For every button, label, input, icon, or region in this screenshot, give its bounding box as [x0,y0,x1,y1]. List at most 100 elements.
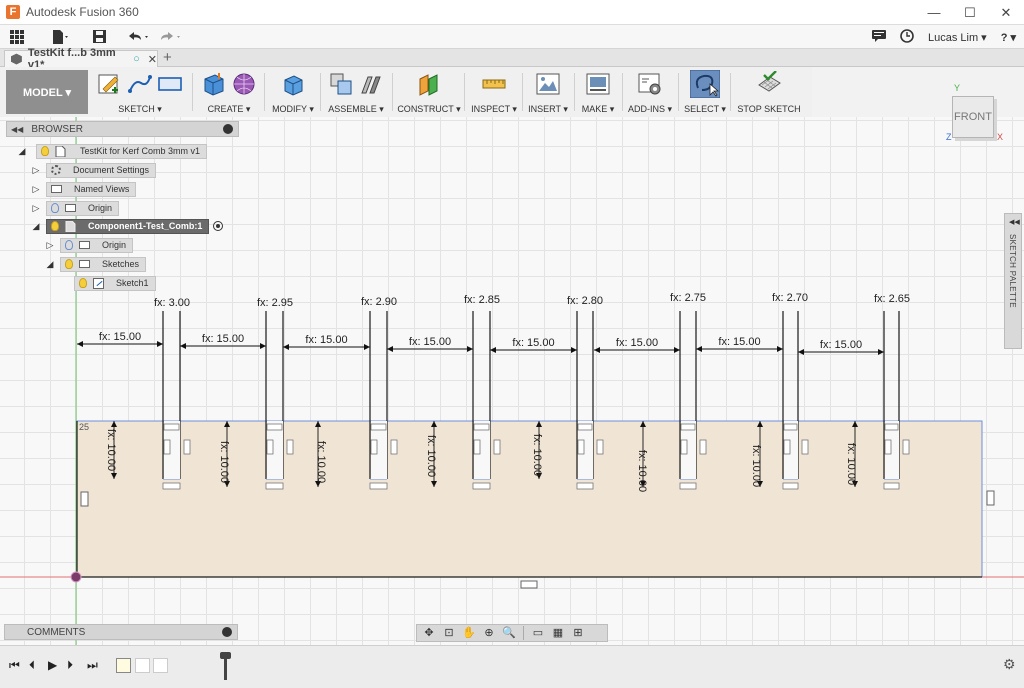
step-back-icon[interactable]: ⏴ [29,658,35,673]
play-icon[interactable]: ▶ [48,658,57,672]
maximize-button[interactable]: ☐ [952,0,988,25]
comments-panel-header[interactable]: COMMENTS [4,624,238,640]
spacing-dimension[interactable]: fx: 15.00 [820,339,862,351]
save-icon[interactable] [86,26,112,48]
collapse-triangle-icon[interactable]: ◢ [44,259,56,270]
spacing-dimension[interactable]: fx: 15.00 [99,331,141,343]
depth-dimension[interactable]: fx: 10.00 [425,435,437,477]
insert-image-icon[interactable] [535,71,561,97]
vertical-constraint-icon[interactable] [596,439,604,455]
depth-dimension[interactable]: fx: 10.00 [845,443,857,485]
slot-width-dimension[interactable]: fx: 2.85 [464,294,500,306]
spacing-dimension[interactable]: fx: 15.00 [202,333,244,345]
expand-triangle-icon[interactable]: ▷ [44,240,56,251]
horizontal-constraint-icon[interactable] [473,423,490,431]
file-menu-icon[interactable] [48,26,74,48]
horizontal-constraint-icon[interactable] [577,423,593,431]
vertical-constraint-icon[interactable] [986,490,995,506]
depth-dimension[interactable]: fx: 10.00 [315,441,327,483]
horizontal-constraint-icon[interactable] [163,423,180,431]
go-to-start-icon[interactable]: ⏮ [9,658,20,673]
expand-palette-icon[interactable]: ◀◀ [1009,218,1020,226]
sphere-mesh-icon[interactable] [231,71,257,97]
activate-component-radio-icon[interactable] [213,221,224,231]
look-at-icon[interactable]: ⊡ [441,627,457,639]
browser-pin-icon[interactable] [223,124,233,134]
job-status-clock-icon[interactable] [900,28,914,46]
offset-plane-icon[interactable] [416,71,442,97]
horizontal-constraint-icon[interactable] [265,482,284,490]
line-tool-icon[interactable] [127,71,153,97]
3d-print-icon[interactable] [585,71,611,97]
slot-width-dimension[interactable]: fx: 2.65 [874,293,910,305]
measure-icon[interactable] [481,71,507,97]
slot-width-dimension[interactable]: fx: 3.00 [154,297,190,309]
step-forward-icon[interactable]: ⏵ [67,658,73,673]
press-pull-icon[interactable] [280,71,306,97]
redo-icon[interactable] [158,26,184,48]
ribbon-group-make[interactable]: MAKE ▾ [578,69,618,115]
vertical-constraint-icon[interactable] [699,439,707,455]
corner-dimension[interactable]: 25 [79,422,89,432]
user-account-menu[interactable]: Lucas Lim ▾ [928,31,987,44]
tree-item-root[interactable]: ◢ TestKit for Kerf Comb 3mm v1 [16,143,208,159]
horizontal-constraint-icon[interactable] [370,423,387,431]
joint-icon[interactable] [358,71,384,97]
ribbon-group-assemble[interactable]: ASSEMBLE ▾ [324,69,388,115]
display-settings-icon[interactable]: ▭ [530,627,546,639]
close-button[interactable]: ✕ [988,0,1024,25]
sketch-palette-tab[interactable]: ◀◀ SKETCH PALETTE [1004,213,1022,349]
tree-item-origin[interactable]: ▷ Origin [30,200,120,216]
new-tab-button[interactable]: + [163,49,172,66]
stop-sketch-icon[interactable] [756,71,782,97]
tree-item-component-origin[interactable]: ▷ Origin [44,237,134,253]
horizontal-constraint-icon[interactable] [782,482,799,490]
notifications-icon[interactable] [871,29,886,45]
horizontal-constraint-icon[interactable] [576,482,594,490]
sketch-geometry[interactable]: fx: 3.00 fx: 2.95 fx: 2.90 fx: 2.85 fx: 2.80… [0,117,1024,645]
ribbon-group-sketch[interactable]: SKETCH ▾ [92,69,188,115]
ribbon-group-modify[interactable]: MODIFY ▾ [268,69,318,115]
sketch-origin-point[interactable] [70,571,82,583]
vertical-constraint-icon[interactable] [183,439,191,455]
spacing-dimension[interactable]: fx: 15.00 [718,336,760,348]
depth-dimension[interactable]: fx: 10.00 [531,434,543,476]
tree-item-named-views[interactable]: ▷ Named Views [30,181,137,197]
visibility-bulb-off-icon[interactable] [65,240,73,250]
ribbon-group-stop-sketch[interactable]: STOP SKETCH [734,69,804,115]
vertical-constraint-icon[interactable] [163,439,171,455]
close-tab-icon[interactable]: ✕ [148,53,157,66]
depth-dimension[interactable]: fx: 10.00 [636,450,648,492]
slot-width-dimension[interactable]: fx: 2.75 [670,292,706,304]
vertical-constraint-icon[interactable] [390,439,398,455]
visibility-bulb-icon[interactable] [79,278,87,288]
comments-pin-icon[interactable] [222,627,232,637]
visibility-bulb-off-icon[interactable] [51,203,59,213]
viewports-icon[interactable]: ⊞ [570,627,586,639]
collapse-triangle-icon[interactable]: ◢ [30,221,42,232]
data-panel-grid-icon[interactable] [4,26,30,48]
depth-dimension[interactable]: fx: 10.00 [105,429,117,471]
undo-icon[interactable] [126,26,152,48]
ribbon-group-inspect[interactable]: INSPECT ▾ [468,69,520,115]
go-to-end-icon[interactable]: ⏭ [87,658,98,673]
horizontal-constraint-icon[interactable] [679,482,697,490]
viewcube[interactable]: FRONT [952,96,994,138]
vertical-constraint-icon[interactable] [473,439,481,455]
tree-item-sketches[interactable]: ◢ Sketches [44,256,147,272]
scripts-addins-icon[interactable] [637,71,663,97]
horizontal-constraint-icon[interactable] [266,423,283,431]
spacing-dimension[interactable]: fx: 15.00 [305,334,347,346]
collapse-triangle-icon[interactable]: ◢ [16,146,28,157]
ribbon-group-construct[interactable]: CONSTRUCT ▾ [396,69,462,115]
new-component-icon[interactable] [328,71,354,97]
horizontal-constraint-icon[interactable] [680,423,696,431]
ribbon-group-select[interactable]: SELECT ▾ [682,69,728,115]
help-menu[interactable]: ? ▾ [1001,31,1016,44]
grid-settings-icon[interactable]: ▦ [550,627,566,639]
spacing-dimension[interactable]: fx: 15.00 [409,336,451,348]
vertical-constraint-icon[interactable] [884,439,892,455]
expand-triangle-icon[interactable]: ▷ [30,184,42,195]
horizontal-constraint-icon[interactable] [783,423,798,431]
orbit-icon[interactable]: ✥ [421,627,437,639]
